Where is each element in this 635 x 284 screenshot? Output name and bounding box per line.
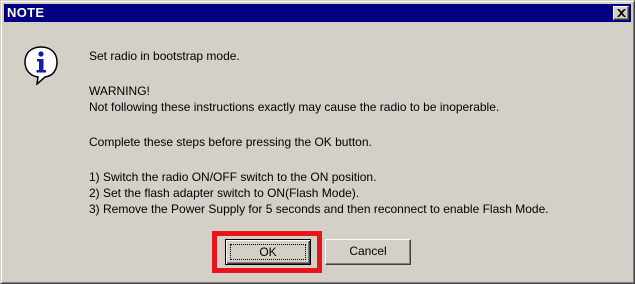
step-2: 2) Set the flash adapter switch to ON(Fl… xyxy=(89,186,360,200)
warning-text: Not following these instructions exactly… xyxy=(89,100,500,114)
step-3: 3) Remove the Power Supply for 5 seconds… xyxy=(89,202,549,216)
cancel-button[interactable]: Cancel xyxy=(325,239,411,265)
highlight-box xyxy=(212,231,322,273)
step-1: 1) Switch the radio ON/OFF switch to the… xyxy=(89,170,377,184)
info-icon xyxy=(24,46,58,85)
title-bar[interactable]: NOTE xyxy=(4,4,631,22)
note-dialog: NOTE Set radio in bootstrap mode. WARNIN… xyxy=(0,0,635,284)
message-line-1: Set radio in bootstrap mode. xyxy=(89,49,240,63)
window-title: NOTE xyxy=(7,5,45,20)
warning-heading: WARNING! xyxy=(89,84,150,98)
instruction-text: Complete these steps before pressing the… xyxy=(89,135,372,149)
close-icon xyxy=(617,9,626,17)
close-button[interactable] xyxy=(613,6,629,20)
